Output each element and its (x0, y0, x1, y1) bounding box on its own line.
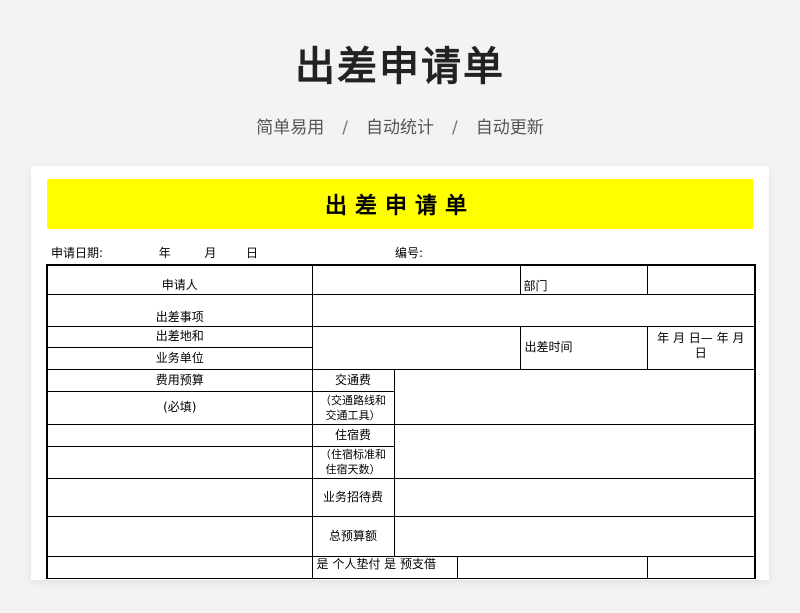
entertain-fee-value[interactable] (393, 477, 757, 517)
tag-separator: / (342, 118, 348, 138)
payment-method-partial: 是 个人垫付 是 预支借 (311, 555, 458, 579)
tag-easy: 简单易用 (256, 118, 325, 138)
application-date: 申请日期: 年 月 日 (51, 244, 258, 261)
entertain-fee-label: 业务招待费 (311, 477, 395, 517)
department-label: 部门 (519, 264, 648, 295)
form-title-banner: 出差申请单 (47, 179, 753, 229)
page-hero-title: 出差申请单 (295, 44, 505, 90)
tagline: 简单易用 / 自动统计 / 自动更新 (0, 113, 800, 138)
transport-fee-value[interactable] (393, 368, 757, 425)
trip-time-value[interactable]: 年 月 日— 年 月 日 (646, 325, 757, 370)
applicant-value[interactable] (311, 264, 521, 295)
budget-label: 费用预算 (46, 368, 313, 392)
date-label: 申请日期: (51, 246, 104, 260)
date-day: 日 (246, 246, 259, 260)
applicant-label: 申请人 (46, 264, 313, 295)
transport-note: （交通路线和 交通工具） (311, 390, 395, 425)
total-budget-label: 总预算额 (311, 515, 395, 557)
entertain-blank (46, 477, 313, 517)
last-row-blank (46, 555, 313, 579)
lodging-blank-2 (46, 445, 313, 479)
required-note: (必填) (46, 390, 313, 425)
last-row-right[interactable] (646, 555, 757, 579)
total-blank (46, 515, 313, 557)
transport-fee-label: 交通费 (311, 368, 395, 392)
lodging-fee-label: 住宿费 (311, 423, 395, 447)
lodging-fee-value[interactable] (393, 423, 757, 479)
trip-matter-label: 出差事项 (46, 293, 313, 327)
date-month: 月 (204, 246, 217, 260)
form-preview-card: 出差申请单 申请日期: 年 月 日 编号: 申请人 部门 出差事项 出差地和 出… (31, 166, 769, 580)
trip-application-table: 申请人 部门 出差事项 出差地和 出差时间 年 月 日— 年 月 日 业务单位 … (46, 264, 757, 579)
tag-separator: / (452, 118, 458, 138)
lodging-note: （住宿标准和 住宿天数） (311, 445, 395, 479)
number-label: 编号: (395, 246, 424, 260)
trip-time-label: 出差时间 (519, 325, 648, 370)
date-year: 年 (158, 246, 171, 260)
trip-place-value[interactable] (311, 325, 521, 370)
total-budget-value[interactable] (393, 515, 757, 557)
lodging-blank (46, 423, 313, 447)
form-number: 编号: (395, 244, 423, 261)
business-unit-label: 业务单位 (46, 346, 313, 370)
trip-matter-value[interactable] (311, 293, 757, 327)
last-row-middle[interactable] (456, 555, 648, 579)
department-value[interactable] (646, 264, 757, 295)
trip-place-label: 出差地和 (46, 325, 313, 348)
tag-auto-update: 自动更新 (475, 118, 544, 138)
tag-auto-stats: 自动统计 (366, 118, 434, 138)
